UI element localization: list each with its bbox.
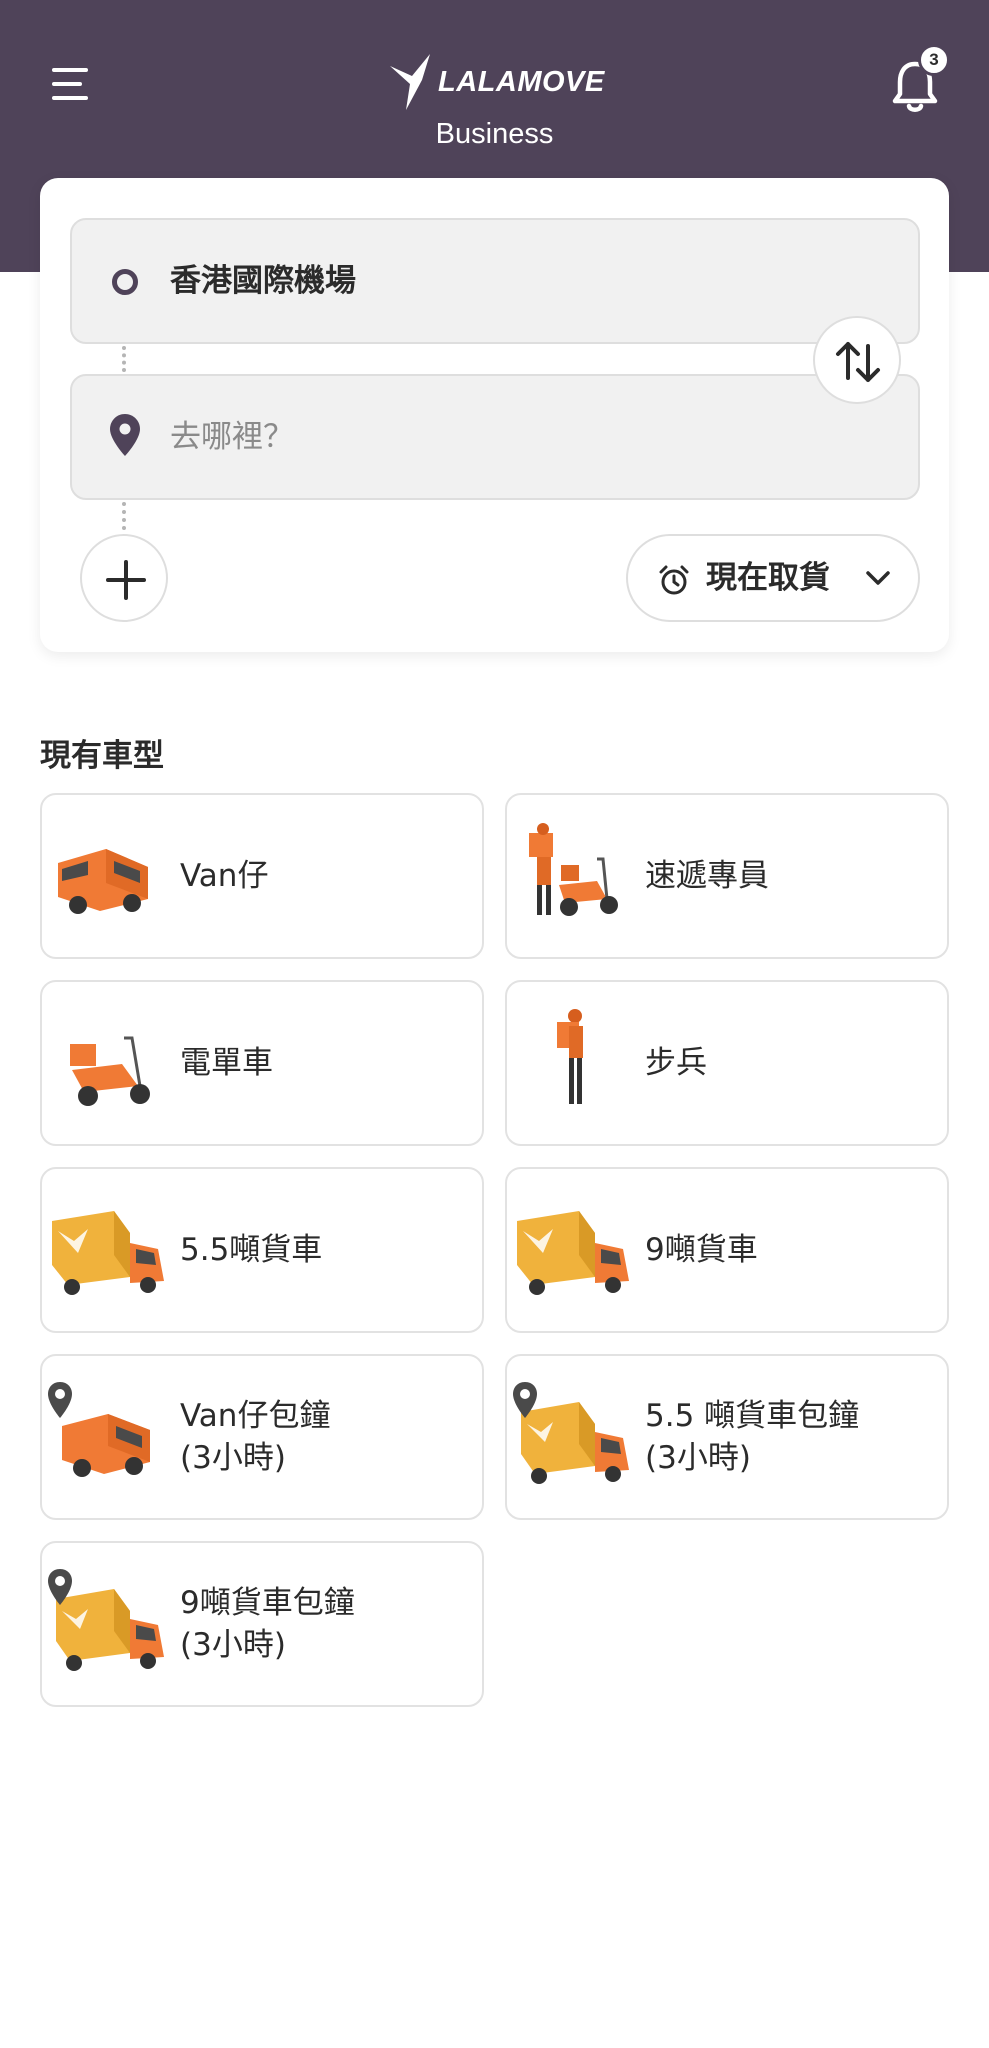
vehicle-card-truck-9t-hourly[interactable]: 9噸貨車包鐘 (3小時) [40,1541,484,1707]
truck-icon [52,1211,164,1295]
alarm-clock-icon [659,565,689,595]
pickup-origin-icon [112,269,138,295]
bird-logo-icon [390,54,430,110]
route-card: 香港國際機場 去哪裡？ 現在取貨 [40,178,949,652]
swap-locations-button[interactable] [813,316,901,404]
vehicle-label: 5.5 噸貨車包鐘 (3小時) [645,1398,860,1476]
motorcycle-icon [70,1036,150,1106]
vehicle-label: 電單車 [180,1045,273,1081]
vehicle-card-courier[interactable]: 速遞專員 [505,793,949,959]
dropoff-placeholder: 去哪裡？ [170,419,294,455]
logo-text: LALAMOVE [438,66,605,98]
location-pin-icon [110,414,140,456]
chevron-down-icon [866,571,890,585]
vehicle-card-truck-9t[interactable]: 9噸貨車 [505,1167,949,1333]
van-hourly-icon [48,1382,150,1477]
vehicle-label: 5.5噸貨車 [180,1232,323,1268]
dropoff-location-field[interactable]: 去哪裡？ [70,374,920,500]
truck-hourly-icon [48,1569,164,1671]
route-connector [122,346,126,372]
vehicle-label: 速遞專員 [645,858,769,894]
pickup-location-field[interactable]: 香港國際機場 [70,218,920,344]
vehicle-label: Van仔包鐘 (3小時) [180,1398,331,1476]
add-stop-button[interactable] [80,534,168,622]
vehicle-label: 步兵 [645,1045,707,1081]
vehicle-types-heading: 現有車型 [40,738,164,774]
brand-subtitle: Business [435,118,554,150]
lalamove-logo: LALAMOVE [388,52,604,118]
van-icon [58,849,148,914]
truck-hourly-icon [513,1382,629,1484]
vehicle-card-van[interactable]: Van仔 [40,793,484,959]
vehicle-label: 9噸貨車 [645,1232,758,1268]
hamburger-menu-icon[interactable] [52,66,92,106]
pickup-time-label: 現在取貨 [706,560,830,596]
route-connector [122,502,126,538]
notification-count-badge: 3 [918,44,950,76]
vehicle-card-truck-5-5t[interactable]: 5.5噸貨車 [40,1167,484,1333]
vehicle-card-van-hourly[interactable]: Van仔包鐘 (3小時) [40,1354,484,1520]
pickup-time-button[interactable]: 現在取貨 [626,534,920,622]
vehicle-card-motorcycle[interactable]: 電單車 [40,980,484,1146]
vehicle-label: Van仔 [180,858,269,894]
courier-scooter-icon [529,823,618,916]
truck-icon [517,1211,629,1295]
pickup-location-text: 香港國際機場 [170,263,356,299]
vehicle-card-truck-5-5t-hourly[interactable]: 5.5 噸貨車包鐘 (3小時) [505,1354,949,1520]
plus-icon [106,560,146,600]
vehicle-card-walker[interactable]: 步兵 [505,980,949,1146]
swap-arrows-icon [836,342,880,382]
walker-icon [557,1009,583,1104]
vehicle-label: 9噸貨車包鐘 (3小時) [180,1585,355,1663]
